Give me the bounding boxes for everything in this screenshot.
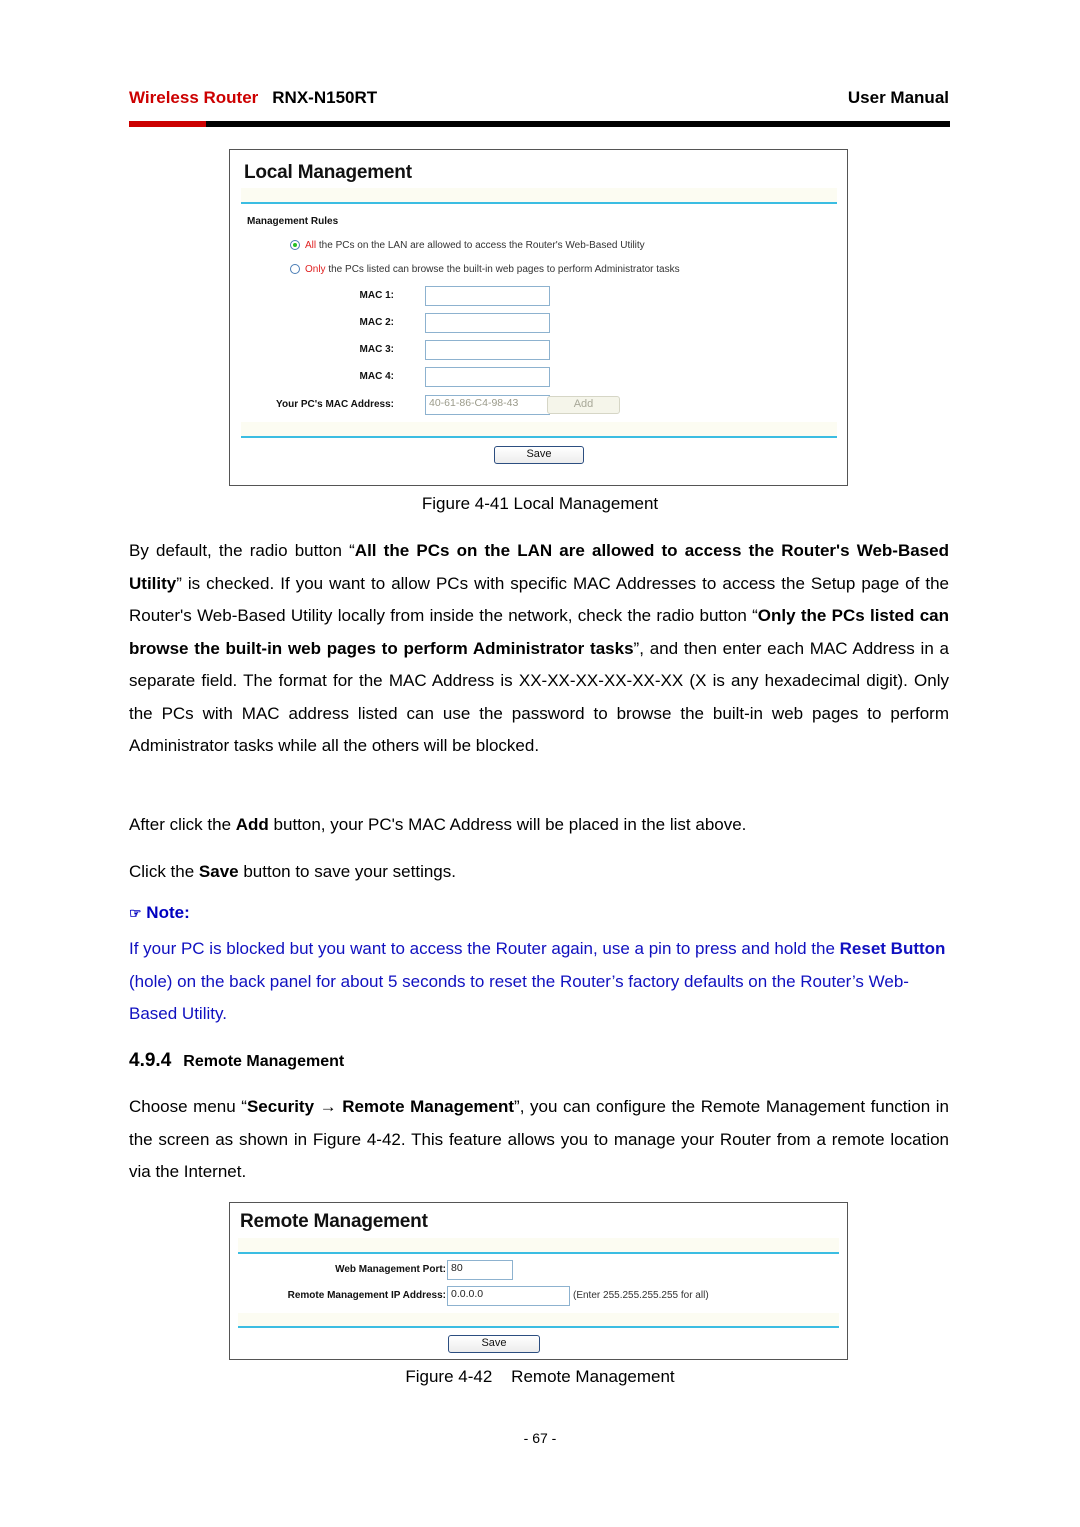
radio-all[interactable] [290, 240, 300, 250]
footer-band [238, 1313, 839, 1326]
bold-run: Security → Remote Management [246, 1097, 515, 1116]
rule-option-only[interactable]: Only the PCs listed can browse the built… [290, 264, 680, 275]
header-rule-accent [129, 121, 206, 127]
note-label: Note: [146, 903, 190, 922]
section-title: Remote Management [183, 1053, 345, 1070]
paragraph-add-button: After click the Add button, your PC's MA… [129, 809, 949, 842]
bold-run: Save [198, 862, 239, 881]
text-run: Click the [129, 862, 199, 881]
option-text: the PCs listed can browse the built-in w… [325, 264, 680, 275]
save-button[interactable]: Save [448, 1335, 540, 1353]
figure-caption: Figure 4-42 Remote Management [405, 1367, 675, 1386]
panel-title: Local Management [244, 162, 412, 183]
ip-input[interactable]: 0.0.0.0 [447, 1286, 570, 1306]
radio-only[interactable] [290, 264, 300, 274]
title-band [241, 188, 837, 202]
page-number: - 67 - [523, 1430, 557, 1446]
save-button[interactable]: Save [494, 446, 584, 464]
title-band [238, 1238, 839, 1252]
option-text: the PCs on the LAN are allowed to access… [316, 240, 645, 251]
text-run: After click the [129, 815, 236, 834]
header-rule [129, 121, 950, 127]
local-management-screenshot: Local Management Management Rules All th… [229, 149, 848, 486]
text-run: If your PC is blocked but you want to ac… [129, 939, 840, 958]
mac1-label: MAC 1: [359, 290, 394, 301]
text-run: button, your PC's MAC Address will be pl… [268, 815, 747, 834]
mac1-input[interactable] [425, 286, 550, 306]
mac3-label: MAC 3: [359, 344, 394, 355]
option-highlight: All [305, 240, 317, 251]
model-name: RNX-N150RT [272, 88, 378, 107]
pointing-hand-icon: ☞ [129, 905, 142, 921]
note-heading: ☞ Note: [129, 903, 190, 923]
footer-band [241, 422, 837, 436]
ip-label: Remote Management IP Address: [287, 1290, 446, 1301]
mac2-label: MAC 2: [359, 317, 394, 328]
option-highlight: Only [305, 264, 326, 275]
divider [241, 202, 837, 204]
doc-type: User Manual [847, 88, 949, 107]
divider [238, 1252, 839, 1254]
bold-run: Add [235, 815, 269, 834]
figure-caption: Figure 4-41 Local Management [421, 494, 659, 513]
paragraph-default-radio: By default, the radio button “All the PC… [129, 535, 949, 763]
section-heading: 4.9.4 Remote Management [129, 1050, 344, 1072]
pc-mac-input[interactable]: 40-61-86-C4-98-43 [425, 395, 550, 415]
brand-name: Wireless Router [129, 88, 259, 107]
add-button[interactable]: Add [547, 396, 620, 414]
divider [238, 1326, 839, 1328]
port-input[interactable]: 80 [447, 1260, 513, 1280]
mac4-label: MAC 4: [359, 371, 394, 382]
panel-title: Remote Management [240, 1211, 428, 1232]
text-run: button to save your settings. [238, 862, 456, 881]
rule-option-all[interactable]: All the PCs on the LAN are allowed to ac… [290, 240, 645, 251]
text-run: Choose menu “ [129, 1097, 247, 1116]
ip-hint: (Enter 255.255.255.255 for all) [573, 1290, 709, 1301]
divider [241, 436, 837, 438]
mac3-input[interactable] [425, 340, 550, 360]
text-run: (hole) on the back panel for about 5 sec… [129, 971, 909, 1024]
paragraph-remote-intro: Choose menu “Security → Remote Managemen… [129, 1091, 949, 1189]
mac2-input[interactable] [425, 313, 550, 333]
note-text: If your PC is blocked but you want to ac… [129, 933, 949, 1031]
paragraph-save-button: Click the Save button to save your setti… [129, 856, 949, 889]
mac4-input[interactable] [425, 367, 550, 387]
remote-management-screenshot: Remote Management Web Management Port: 8… [229, 1202, 848, 1360]
page-header: Wireless Router RNX-N150RT User Manual [129, 88, 949, 110]
port-label: Web Management Port: [335, 1264, 446, 1275]
pc-mac-label: Your PC's MAC Address: [276, 399, 394, 410]
text-run: By default, the radio button “ [129, 541, 355, 560]
bold-run: Reset Button [839, 939, 946, 958]
section-number: 4.9.4 [129, 1050, 172, 1071]
management-rules-label: Management Rules [247, 216, 339, 227]
